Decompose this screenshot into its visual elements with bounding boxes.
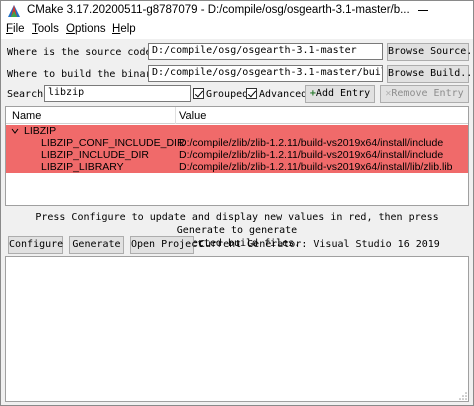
output-log[interactable] [5,256,469,402]
menu-options[interactable]: Options [66,23,106,35]
menu-help[interactable]: Help [112,23,136,35]
entry-name: LIBZIP_CONF_INCLUDE_DIR [41,137,185,149]
group-name: LIBZIP [24,125,57,137]
table-header: Name Value [6,107,468,124]
add-entry-button[interactable]: +Add Entry [305,85,375,103]
entry-name: LIBZIP_INCLUDE_DIR [41,149,149,161]
column-separator[interactable] [175,107,176,124]
grouped-checkbox[interactable] [193,88,204,99]
title-bar: CMake 3.17.20200511-g8787079 - D:/compil… [1,1,473,21]
resize-grip-icon[interactable] [458,391,468,401]
cache-table[interactable]: Name Value LIBZIP LIBZIP_CONF_INCLUDE_DI… [5,106,469,206]
grouped-label: Grouped [206,89,249,100]
generate-button[interactable]: Generate [69,236,124,254]
table-row[interactable]: LIBZIP_INCLUDE_DIR D:/compile/zlib/zlib-… [6,149,468,161]
entry-value[interactable]: D:/compile/zlib/zlib-1.2.11/build-vs2019… [179,161,453,173]
configure-button[interactable]: Configure [8,236,63,254]
source-label: Where is the source code: [7,47,158,58]
table-row[interactable]: LIBZIP_CONF_INCLUDE_DIR D:/compile/zlib/… [6,137,468,149]
chevron-down-icon[interactable] [11,127,19,135]
browse-build-button[interactable]: Browse Build... [387,65,474,83]
cmake-window: CMake 3.17.20200511-g8787079 - D:/compil… [0,0,474,406]
entry-value[interactable]: D:/compile/zlib/zlib-1.2.11/build-vs2019… [179,137,443,149]
entry-name: LIBZIP_LIBRARY [41,161,124,173]
search-input[interactable]: libzip [44,85,191,102]
menu-file[interactable]: File [6,23,25,35]
col-value-header[interactable]: Value [179,110,206,122]
menu-tools[interactable]: Tools [32,23,59,35]
hint-line-1: Press Configure to update and display ne… [35,212,439,236]
table-row[interactable]: LIBZIP_LIBRARY D:/compile/zlib/zlib-1.2.… [6,161,468,173]
browse-source-button[interactable]: Browse Source... [387,43,474,61]
col-name-header[interactable]: Name [12,110,41,122]
window-title: CMake 3.17.20200511-g8787079 - D:/compil… [27,4,410,16]
minimize-button[interactable] [415,2,431,18]
menu-bar: File Tools Options Help [1,21,473,39]
current-generator: Current Generator: Visual Studio 16 2019 [199,239,440,250]
entry-value[interactable]: D:/compile/zlib/zlib-1.2.11/build-vs2019… [179,149,443,161]
open-project-button[interactable]: Open Project [130,236,203,254]
build-path-input[interactable]: D:/compile/osg/osgearth-3.1-master/build… [148,65,383,82]
advanced-checkbox[interactable] [246,88,257,99]
group-row-libzip[interactable]: LIBZIP [6,125,468,137]
source-path-input[interactable]: D:/compile/osg/osgearth-3.1-master [148,43,383,60]
advanced-label: Advanced [259,89,308,100]
search-label: Search: [7,89,50,100]
cmake-logo-icon [8,5,20,17]
remove-entry-button[interactable]: ✕Remove Entry [380,85,469,103]
